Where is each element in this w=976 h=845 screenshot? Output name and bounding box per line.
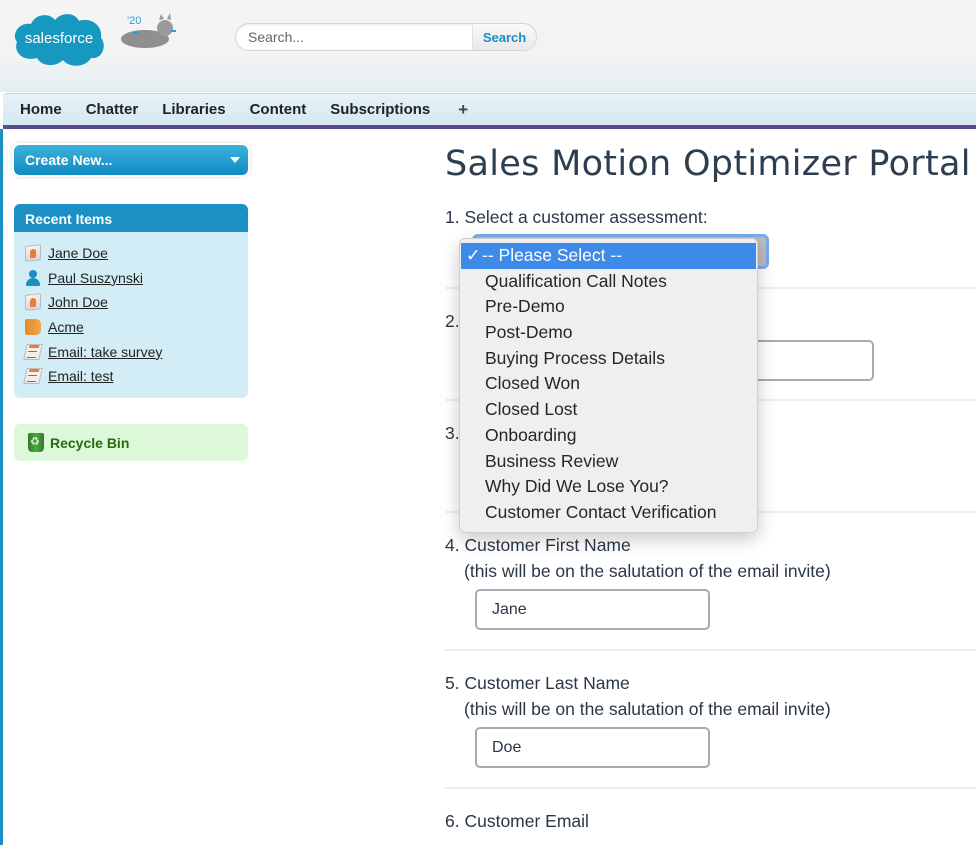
recent-item-link[interactable]: John Doe <box>48 294 108 310</box>
dropdown-option[interactable]: Closed Won <box>460 371 757 397</box>
question-1-label: 1. Select a customer assessment: <box>445 207 708 227</box>
svg-text:'20: '20 <box>127 15 141 27</box>
global-search: Search <box>235 23 537 51</box>
question-4-hint: (this will be on the salutation of the e… <box>464 561 831 581</box>
recent-item-link[interactable]: Jane Doe <box>48 245 108 261</box>
recycle-bin-label: Recycle Bin <box>50 434 130 451</box>
list-item: John Doe <box>14 290 248 315</box>
divider <box>445 649 976 651</box>
question-5-label: 5. Customer Last Name <box>445 673 630 693</box>
dropdown-option[interactable]: Post-Demo <box>460 320 757 346</box>
dropdown-option[interactable]: Qualification Call Notes <box>460 269 757 295</box>
salesforce-logo[interactable]: salesforce <box>11 10 107 68</box>
dropdown-option[interactable]: Closed Lost <box>460 397 757 423</box>
tab-bar: Home Chatter Libraries Content Subscript… <box>3 93 976 129</box>
recent-items-header: Recent Items <box>14 204 248 232</box>
user-icon <box>25 269 41 286</box>
tab-chatter[interactable]: Chatter <box>86 101 139 118</box>
recent-item-link[interactable]: Email: test <box>48 368 113 384</box>
search-button[interactable]: Search <box>472 24 536 50</box>
mascot-logo: '20 <box>121 13 176 48</box>
question-2-label: 2. <box>445 311 460 331</box>
email-icon <box>23 343 43 360</box>
list-item: Acme <box>14 315 248 340</box>
recent-item-link[interactable]: Paul Suszynski <box>48 270 143 286</box>
chevron-down-icon <box>230 157 240 163</box>
dropdown-option[interactable]: Customer Contact Verification <box>460 500 757 526</box>
left-accent-bar <box>0 129 3 845</box>
recent-item-link[interactable]: Acme <box>48 319 84 335</box>
list-item: Email: test <box>14 364 248 389</box>
create-new-label: Create New... <box>25 152 113 168</box>
contact-icon <box>25 244 41 263</box>
list-item: Jane Doe <box>14 241 248 266</box>
search-input[interactable] <box>236 24 472 50</box>
recycle-bin-link[interactable]: Recycle Bin <box>14 424 248 461</box>
question-4-label: 4. Customer First Name <box>445 535 631 555</box>
page-title: Sales Motion Optimizer Portal <box>445 144 971 184</box>
create-new-button[interactable]: Create New... <box>14 145 248 175</box>
checkmark-icon: ✓ <box>466 245 481 265</box>
list-item: Paul Suszynski <box>14 266 248 291</box>
recent-items-list: Jane Doe Paul Suszynski John Doe Acme Em… <box>14 232 248 398</box>
dropdown-option[interactable]: Pre-Demo <box>460 294 757 320</box>
add-tab-plus-icon[interactable]: + <box>458 100 468 120</box>
question-5-hint: (this will be on the salutation of the e… <box>464 699 831 719</box>
first-name-input[interactable] <box>475 589 710 630</box>
account-icon <box>25 319 41 336</box>
tab-home[interactable]: Home <box>20 101 62 118</box>
svg-text:salesforce: salesforce <box>25 30 93 47</box>
email-icon <box>23 368 43 385</box>
tab-libraries[interactable]: Libraries <box>162 101 225 118</box>
list-item: Email: take survey <box>14 339 248 364</box>
tab-content[interactable]: Content <box>250 101 307 118</box>
header: salesforce '20 Search <box>0 0 976 92</box>
recycle-bin-icon <box>28 433 44 452</box>
dropdown-option[interactable]: Onboarding <box>460 423 757 449</box>
last-name-input[interactable] <box>475 727 710 768</box>
divider <box>445 787 976 789</box>
dropdown-option[interactable]: Buying Process Details <box>460 346 757 372</box>
dropdown-option[interactable]: Why Did We Lose You? <box>460 474 757 500</box>
contact-icon <box>25 293 41 312</box>
dropdown-option[interactable]: Business Review <box>460 449 757 475</box>
tab-subscriptions[interactable]: Subscriptions <box>330 101 430 118</box>
question-3-label: 3. <box>445 423 460 443</box>
recent-item-link[interactable]: Email: take survey <box>48 344 162 360</box>
dropdown-option-selected[interactable]: ✓-- Please Select -- <box>461 243 756 269</box>
assessment-dropdown-menu: ✓-- Please Select -- Qualification Call … <box>459 238 758 533</box>
question-6-label: 6. Customer Email <box>445 811 589 831</box>
